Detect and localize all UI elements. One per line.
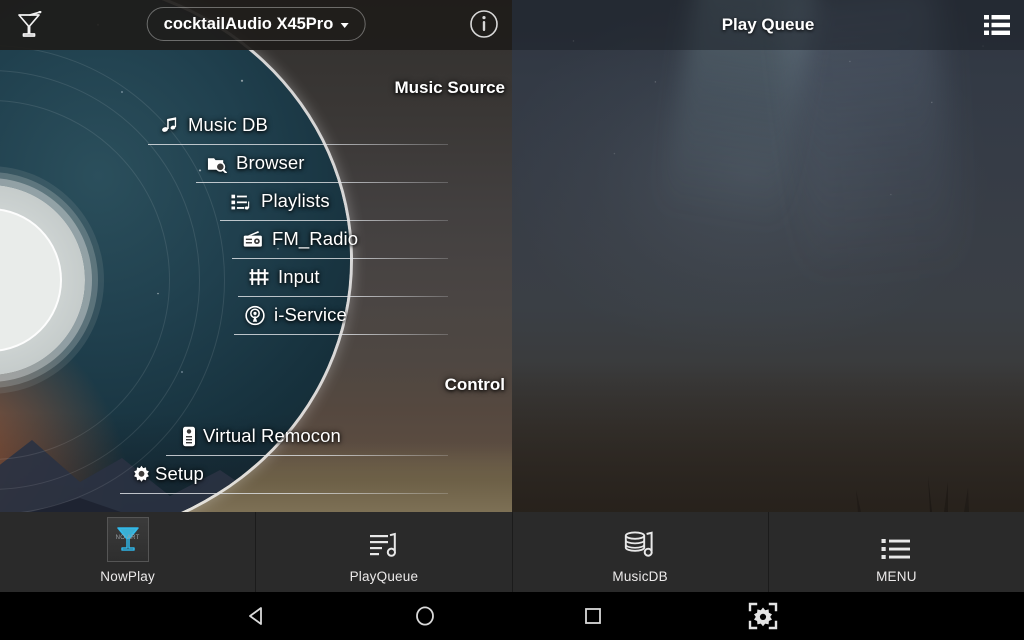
section-heading-music-source: Music Source xyxy=(394,78,505,97)
hamburger-list-icon xyxy=(881,520,911,562)
database-note-icon xyxy=(623,520,657,562)
caret-down-icon xyxy=(340,22,349,28)
triangle-back-icon[interactable] xyxy=(246,605,268,627)
menu-item-playlists[interactable]: Playlists xyxy=(0,183,512,221)
device-selector[interactable]: cocktailAudio X45Pro xyxy=(146,7,366,41)
tab-label: MENU xyxy=(876,569,917,584)
right-panel-topbar: Play Queue xyxy=(512,0,1024,50)
right-panel: Play Queue xyxy=(512,0,1024,512)
menu-item-music-db[interactable]: Music DB xyxy=(0,107,512,145)
app-root: cocktailAudio X45Pro Music Source Music … xyxy=(0,0,1024,640)
device-name-label: cocktailAudio X45Pro xyxy=(163,14,334,33)
menu-item-label: Virtual Remocon xyxy=(203,425,341,446)
tab-label: MusicDB xyxy=(612,569,668,584)
right-panel-grass xyxy=(512,442,1024,512)
cocktail-glass-icon xyxy=(12,8,46,42)
menu-item-label: Setup xyxy=(155,463,204,484)
main-menu: Music Source Music DB Browser Playlists … xyxy=(0,50,512,512)
sliders-icon xyxy=(249,267,269,287)
menu-item-label: i-Service xyxy=(274,304,347,325)
circle-home-icon[interactable] xyxy=(414,605,436,627)
tab-menu[interactable]: MENU xyxy=(769,512,1024,592)
menu-item-input[interactable]: Input xyxy=(0,259,512,297)
tab-musicdb[interactable]: MusicDB xyxy=(513,512,769,592)
radio-icon xyxy=(243,229,263,249)
menu-separator xyxy=(234,334,448,335)
android-navigation-bar xyxy=(0,592,1024,640)
queue-note-icon xyxy=(367,520,401,562)
section-heading-control: Control xyxy=(444,375,505,394)
menu-item-label: Browser xyxy=(236,152,305,173)
no-art-label: NO ART xyxy=(115,535,140,541)
menu-item-label: Playlists xyxy=(261,190,330,211)
menu-item-browser[interactable]: Browser xyxy=(0,145,512,183)
left-panel-topbar: cocktailAudio X45Pro xyxy=(0,0,512,50)
gear-icon xyxy=(131,464,151,484)
tab-playqueue[interactable]: PlayQueue xyxy=(256,512,513,592)
menu-item-label: FM_Radio xyxy=(272,228,359,249)
album-art-placeholder-icon: NO ART xyxy=(106,517,149,562)
gear-in-brackets-icon[interactable] xyxy=(748,602,778,630)
bottom-tab-bar: NO ART NowPlay PlayQueue MusicDB MENU xyxy=(0,512,1024,592)
playlist-note-icon xyxy=(231,191,251,211)
menu-item-virtual-remocon[interactable]: Virtual Remocon xyxy=(0,418,512,456)
menu-separator xyxy=(120,493,448,494)
menu-item-setup[interactable]: Setup xyxy=(0,456,512,494)
square-recents-icon[interactable] xyxy=(582,605,604,627)
menu-item-label: Input xyxy=(278,266,320,287)
broadcast-icon xyxy=(245,305,265,325)
remote-control-icon xyxy=(179,426,199,446)
list-menu-icon[interactable] xyxy=(984,13,1010,37)
play-queue-title: Play Queue xyxy=(721,15,815,34)
tab-label: NowPlay xyxy=(100,569,155,584)
folder-search-icon xyxy=(207,153,227,173)
music-note-icon xyxy=(160,115,180,135)
left-panel: cocktailAudio X45Pro Music Source Music … xyxy=(0,0,512,512)
menu-item-fm-radio[interactable]: FM_Radio xyxy=(0,221,512,259)
tab-label: PlayQueue xyxy=(349,569,419,584)
info-circle-icon[interactable] xyxy=(468,8,500,40)
tab-nowplay[interactable]: NO ART NowPlay xyxy=(0,512,257,592)
menu-item-i-service[interactable]: i-Service xyxy=(0,297,512,335)
menu-item-label: Music DB xyxy=(188,114,268,135)
